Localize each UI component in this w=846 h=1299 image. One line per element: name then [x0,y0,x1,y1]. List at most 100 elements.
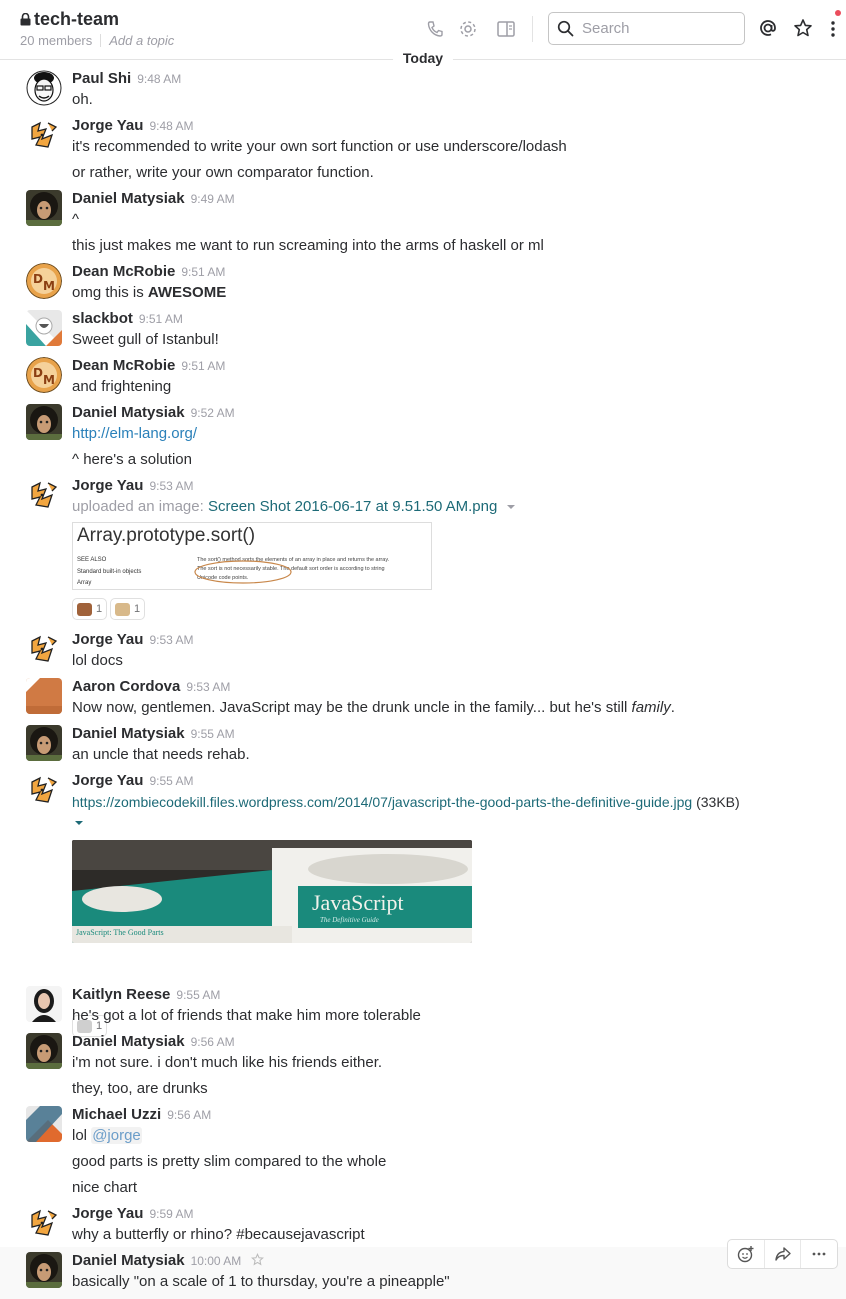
add-topic-link[interactable]: Add a topic [109,33,174,48]
mentions-icon[interactable] [758,18,778,38]
message-author[interactable]: Daniel Matysiak 10:00 AM [72,1252,265,1269]
message-text: lol @jorge [72,1127,142,1144]
message-link[interactable]: http://elm-lang.org/ [72,424,197,444]
day-divider: Today [0,47,846,69]
user-mention[interactable]: @jorge [91,1127,142,1144]
book-image-preview[interactable]: JavaScript The Definitive Guide JavaScri… [72,840,472,943]
preview-title: Array.prototype.sort() [77,525,256,546]
more-vertical-icon[interactable] [824,19,842,39]
message-author[interactable]: Jorge Yau 9:53 AM [72,477,193,494]
avatar[interactable] [26,70,62,106]
avatar[interactable] [26,1205,62,1241]
gear-icon[interactable] [458,19,478,39]
preview-see-also: SEE ALSO [77,557,107,563]
avatar[interactable] [26,117,62,153]
message-author[interactable]: Daniel Matysiak 9:52 AM [72,404,235,421]
message-author[interactable]: Dean McRobie 9:51 AM [72,263,225,280]
details-pane-icon[interactable] [496,19,516,39]
image-preview[interactable]: Array.prototype.sort() SEE ALSO Standard… [72,522,432,590]
svg-text:D: D [33,272,43,286]
message-timestamp[interactable]: 9:52 AM [191,406,235,420]
avatar[interactable]: DM [26,357,62,393]
avatar[interactable] [26,1252,62,1288]
message-author[interactable]: Kaitlyn Reese 9:55 AM [72,986,220,1003]
message-author[interactable]: Jorge Yau 9:55 AM [72,772,193,789]
avatar[interactable] [26,1033,62,1069]
message-timestamp[interactable]: 9:51 AM [139,312,183,326]
channel-title[interactable]: tech-team [20,9,119,30]
message-author[interactable]: Daniel Matysiak 9:49 AM [72,190,235,207]
file-size: (33KB) [696,794,740,810]
notification-dot [835,10,841,16]
chevron-down-icon[interactable] [506,503,516,511]
avatar[interactable] [26,631,62,667]
message-author[interactable]: Daniel Matysiak 9:55 AM [72,725,235,742]
more-actions-button[interactable] [801,1240,837,1268]
avatar[interactable] [26,190,62,226]
message-text: ^ here's a solution [72,451,192,468]
member-count[interactable]: 20 members [20,33,92,48]
message-text: Now now, gentlemen. JavaScript may be th… [72,699,675,716]
avatar[interactable] [26,477,62,513]
message-author[interactable]: Paul Shi 9:48 AM [72,70,181,87]
message-timestamp[interactable]: 9:49 AM [191,192,235,206]
avatar[interactable] [26,678,62,714]
image-url-link[interactable]: https://zombiecodekill.files.wordpress.c… [72,794,692,810]
chevron-down-icon[interactable] [74,819,84,827]
add-reaction-button[interactable] [728,1240,765,1268]
message-timestamp[interactable]: 9:51 AM [181,265,225,279]
phone-icon[interactable] [425,19,445,39]
message-text: this just makes me want to run screaming… [72,237,544,254]
message-timestamp[interactable]: 9:55 AM [149,774,193,788]
message-author[interactable]: Michael Uzzi 9:56 AM [72,1106,211,1123]
message-timestamp[interactable]: 9:53 AM [149,479,193,493]
message-timestamp[interactable]: 9:48 AM [149,119,193,133]
message-timestamp[interactable]: 9:48 AM [137,72,181,86]
preview-sidebar-text: Standard built-in objects [77,569,142,575]
channel-name: tech-team [34,9,120,29]
avatar[interactable] [26,986,62,1022]
search-input[interactable] [582,20,732,37]
avatar[interactable] [26,310,62,346]
avatar[interactable] [26,772,62,808]
upload-line: uploaded an image: Screen Shot 2016-06-1… [72,497,516,517]
avatar[interactable] [26,404,62,440]
message-author[interactable]: Jorge Yau 9:59 AM [72,1205,193,1222]
message-author[interactable]: Jorge Yau 9:53 AM [72,631,193,648]
message-timestamp[interactable]: 9:55 AM [191,727,235,741]
reaction-pill[interactable]: 1 [110,598,146,620]
message-timestamp[interactable]: 9:59 AM [149,1207,193,1221]
avatar[interactable]: DM [26,263,62,299]
star-message-icon[interactable] [251,1253,265,1266]
message-timestamp[interactable]: 9:56 AM [167,1108,211,1122]
message-timestamp[interactable]: 9:51 AM [181,359,225,373]
share-message-button[interactable] [765,1240,802,1268]
more-horizontal-icon [812,1252,826,1256]
upload-prefix: uploaded an image: [72,498,204,515]
italic-text: family [631,699,671,716]
message-timestamp[interactable]: 9:55 AM [176,988,220,1002]
reaction-pill[interactable]: 1 [72,598,108,620]
svg-text:M: M [43,279,55,293]
message-author[interactable]: slackbot 9:51 AM [72,310,183,327]
book-title: JavaScript [312,890,404,915]
message-timestamp[interactable]: 10:00 AM [191,1254,242,1268]
message-text: oh. [72,91,93,108]
message-author[interactable]: Dean McRobie 9:51 AM [72,357,225,374]
message-author[interactable]: Aaron Cordova 9:53 AM [72,678,230,695]
message-text: he's got a lot of friends that make him … [72,1007,421,1024]
message-timestamp[interactable]: 9:53 AM [186,680,230,694]
uploaded-file-link[interactable]: Screen Shot 2016-06-17 at 9.51.50 AM.png [208,498,497,515]
avatar[interactable] [26,1106,62,1142]
message-author[interactable]: Daniel Matysiak 9:56 AM [72,1033,235,1050]
search-box[interactable] [548,12,745,45]
avatar[interactable] [26,725,62,761]
message-text: it's recommended to write your own sort … [72,138,567,155]
message-text: good parts is pretty slim compared to th… [72,1153,387,1170]
message-timestamp[interactable]: 9:53 AM [149,633,193,647]
star-icon[interactable] [793,18,813,38]
lock-icon [20,13,31,26]
message-author[interactable]: Jorge Yau 9:48 AM [72,117,193,134]
preview-sidebar-text: Array [77,580,92,586]
message-timestamp[interactable]: 9:56 AM [191,1035,235,1049]
